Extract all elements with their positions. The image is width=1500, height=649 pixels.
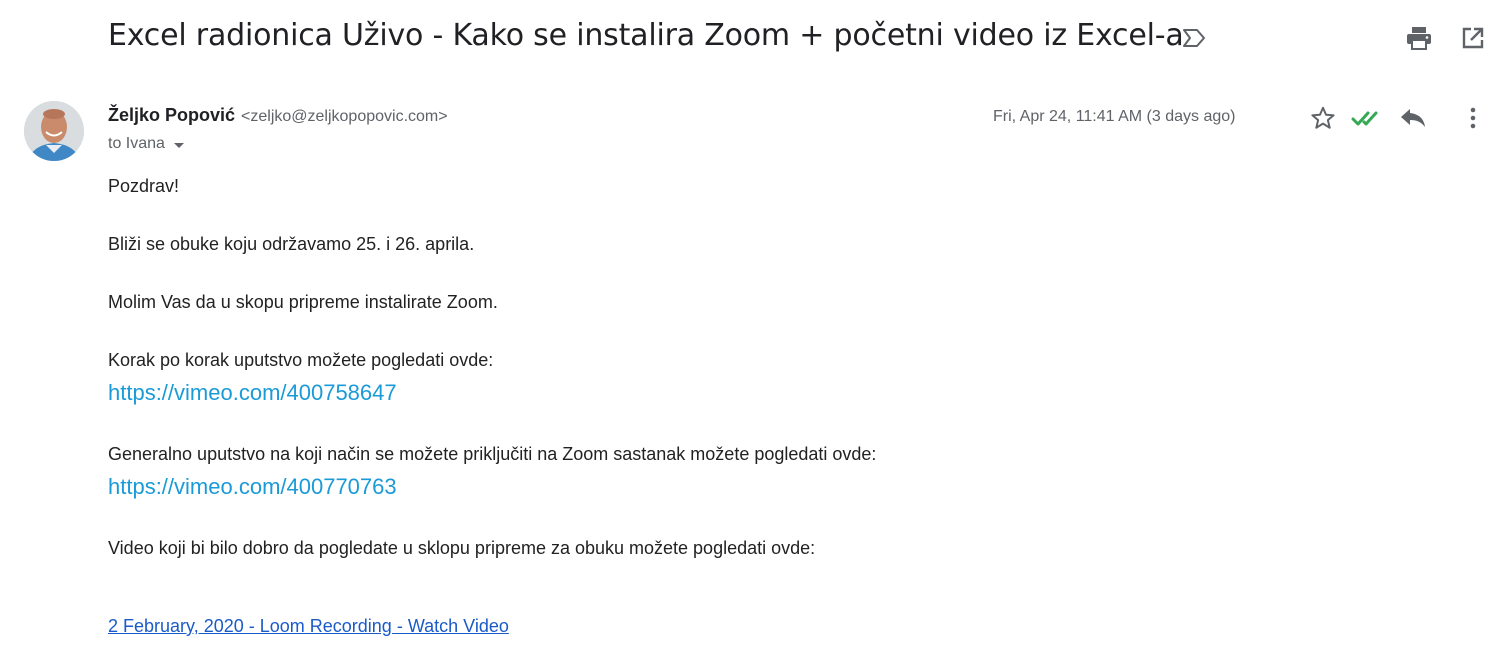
email-view: Excel radionica Uživo - Kako se instalir… — [0, 0, 1500, 649]
vimeo-link-1[interactable]: https://vimeo.com/400758647 — [108, 380, 397, 406]
recipient-label: to Ivana — [108, 135, 165, 152]
star-button[interactable] — [1307, 102, 1339, 134]
open-in-new-window-button[interactable] — [1457, 22, 1489, 54]
chevron-down-icon — [173, 142, 184, 148]
body-paragraph-5: Video koji bi bilo dobro da pogledate u … — [108, 538, 816, 558]
recipient-details-toggle[interactable]: to Ivana — [108, 135, 184, 153]
loom-recording-link[interactable]: 2 February, 2020 - Loom Recording - Watc… — [108, 616, 509, 637]
print-button[interactable] — [1403, 22, 1435, 54]
email-subject: Excel radionica Uživo - Kako se instalir… — [108, 18, 1184, 53]
more-vertical-icon — [1470, 107, 1476, 129]
double-check-icon — [1351, 102, 1383, 134]
body-paragraph-2: Molim Vas da u skopu pripreme instalirat… — [108, 292, 498, 312]
body-paragraph-4: Generalno uputstvo na koji način se može… — [108, 444, 877, 464]
email-date: Fri, Apr 24, 11:41 AM (3 days ago) — [993, 108, 1236, 125]
reply-icon — [1401, 109, 1425, 127]
body-greeting: Pozdrav! — [108, 176, 180, 196]
print-icon — [1407, 27, 1431, 50]
sender-email: <zeljko@zeljkopopovic.com> — [241, 108, 448, 125]
body-paragraph-3: Korak po korak uputstvo možete pogledati… — [108, 350, 494, 370]
sender-line: Željko Popović <zeljko@zeljkopopovic.com> — [108, 105, 448, 126]
body-paragraph-1: Bliži se obuke koju održavamo 25. i 26. … — [108, 234, 475, 254]
label-important-outline-icon[interactable] — [1181, 27, 1207, 49]
sender-avatar[interactable] — [24, 101, 84, 161]
star-outline-icon — [1311, 106, 1335, 129]
open-in-new-icon — [1462, 27, 1484, 49]
more-options-button[interactable] — [1457, 102, 1489, 134]
vimeo-link-2[interactable]: https://vimeo.com/400770763 — [108, 474, 397, 500]
sender-name[interactable]: Željko Popović — [108, 105, 235, 125]
reply-button[interactable] — [1397, 102, 1429, 134]
